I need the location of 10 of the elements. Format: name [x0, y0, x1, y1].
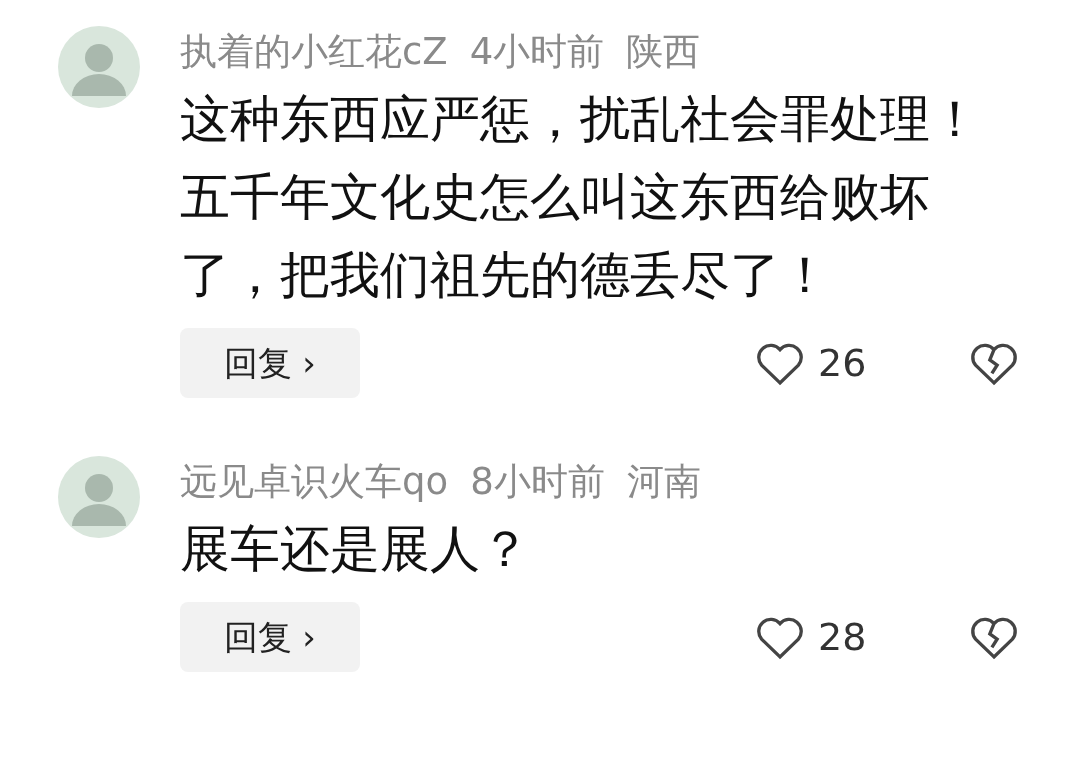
like-count: 26: [818, 339, 868, 387]
comment-location: 陕西: [626, 29, 701, 75]
comment-location: 河南: [626, 459, 701, 505]
comment-text: 展车还是展人？: [180, 519, 531, 580]
comment-time: 8小时前: [470, 459, 605, 505]
reply-button[interactable]: 回复 ›: [180, 602, 360, 672]
comment-text: 这种东西应严惩，扰乱社会罪处理！五千年文化史怎么叫这东西给败坏了，把我们祖先的德丢尽了！: [180, 89, 981, 306]
reply-button[interactable]: 回复 ›: [180, 328, 360, 398]
comment-time: 4小时前: [469, 29, 605, 75]
like-count: 28: [818, 613, 868, 661]
